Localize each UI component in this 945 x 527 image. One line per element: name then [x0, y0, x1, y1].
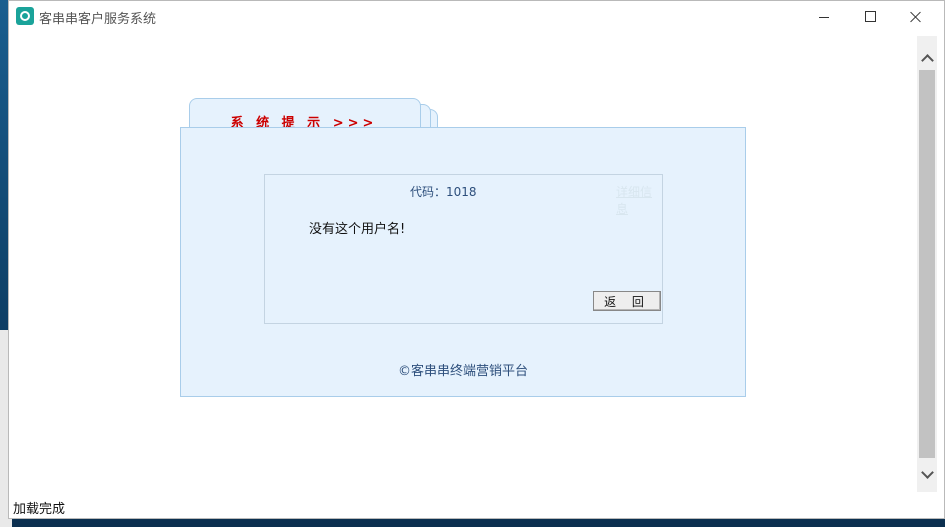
panel-body: 代码：1018 详细信息 没有这个用户名! 返 回 ©客串串终端营销平台 — [180, 127, 746, 397]
close-button[interactable] — [893, 1, 939, 32]
page-content: 系 统 提 示 >>> 代码：1018 详细信息 没有这个用户名! 返 回 ©客… — [9, 32, 917, 492]
minimize-icon — [819, 17, 829, 18]
window-title: 客串串客户服务系统 — [39, 12, 157, 27]
scroll-up-button[interactable] — [917, 48, 937, 68]
platform-footer: ©客串串终端营销平台 — [397, 364, 528, 379]
scroll-down-button[interactable] — [917, 464, 937, 484]
details-link[interactable]: 详细信息 — [616, 183, 662, 217]
vertical-scrollbar[interactable] — [917, 36, 937, 498]
maximize-icon — [864, 11, 876, 22]
minimize-button[interactable] — [801, 1, 847, 32]
app-window: 客串串客户服务系统 系 统 提 示 >>> 代码：1018 详细信息 没有这个用… — [8, 0, 945, 519]
app-icon — [16, 7, 34, 25]
title-bar[interactable]: 客串串客户服务系统 — [9, 1, 944, 32]
message-box: 代码：1018 详细信息 没有这个用户名! 返 回 — [264, 174, 663, 324]
status-text: 加载完成 — [13, 502, 66, 517]
scroll-thumb[interactable] — [919, 70, 935, 458]
status-bar: 加载完成 — [9, 492, 944, 518]
maximize-button[interactable] — [847, 1, 893, 32]
error-code: 代码：1018 — [410, 185, 477, 199]
return-button[interactable]: 返 回 — [593, 291, 661, 311]
chevron-down-icon — [920, 465, 934, 479]
chevron-up-icon — [920, 53, 934, 67]
error-message: 没有这个用户名! — [309, 222, 406, 237]
close-icon — [910, 11, 922, 23]
system-prompt-panel: 系 统 提 示 >>> 代码：1018 详细信息 没有这个用户名! 返 回 ©客… — [180, 95, 746, 397]
